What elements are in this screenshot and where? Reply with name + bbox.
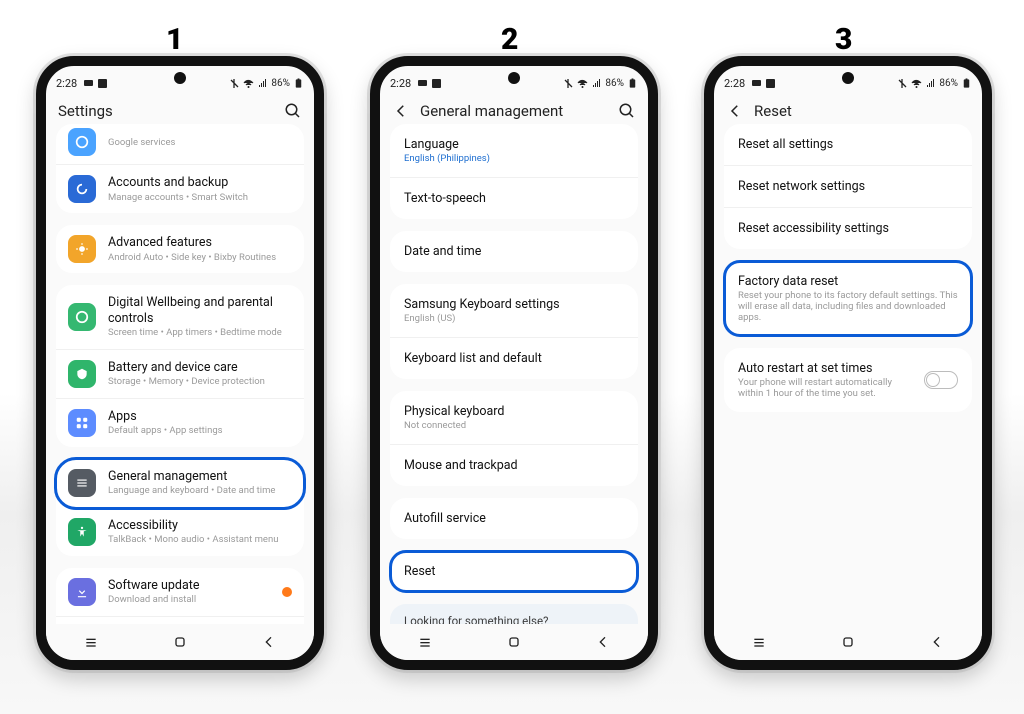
search-icon[interactable]	[618, 102, 636, 120]
recents-button[interactable]	[83, 634, 99, 650]
battery-icon	[627, 78, 638, 89]
setting-keyboard[interactable]: Samsung Keyboard settings English (US)	[390, 284, 638, 338]
signal-icon	[925, 78, 936, 89]
mute-icon	[897, 78, 908, 89]
nav-bar	[46, 624, 314, 660]
toggle-auto-restart[interactable]	[924, 371, 958, 389]
management-icon	[68, 469, 96, 497]
device-care-icon	[68, 360, 96, 388]
sidebar-item-tips[interactable]: Tips and user manual Useful tips • New f…	[56, 617, 304, 624]
wifi-icon	[577, 78, 588, 89]
sidebar-item-wellbeing[interactable]: Digital Wellbeing and parental controls …	[56, 285, 304, 350]
sidebar-item-accounts[interactable]: Accounts and backup Manage accounts • Sm…	[56, 165, 304, 213]
wifi-icon	[911, 78, 922, 89]
list-item[interactable]: Advanced features Android Auto • Side ke…	[56, 225, 304, 273]
step-label-1: 1	[166, 22, 183, 57]
setting-autofill[interactable]: Autofill service	[390, 498, 638, 539]
sidebar-item-advanced[interactable]: Advanced features Android Auto • Side ke…	[56, 225, 304, 273]
setting-mouse[interactable]: Mouse and trackpad	[390, 445, 638, 486]
setting-reset[interactable]: Reset	[390, 551, 638, 592]
sidebar-item-accessibility[interactable]: Accessibility TalkBack • Mono audio • As…	[56, 508, 304, 556]
signal-icon	[591, 78, 602, 89]
mute-icon	[563, 78, 574, 89]
apps-icon	[68, 409, 96, 437]
settings-list[interactable]: Google services Accounts and backup Mana…	[46, 122, 314, 624]
general-mgmt-list[interactable]: Language English (Philippines) Text-to-s…	[380, 122, 648, 624]
download-icon	[68, 578, 96, 606]
home-button[interactable]	[506, 634, 522, 650]
setting-factory-reset[interactable]: Factory data reset Reset your phone to i…	[724, 261, 972, 336]
recents-button[interactable]	[751, 634, 767, 650]
setting-reset-all[interactable]: Reset all settings	[724, 124, 972, 166]
setting-physical-kb[interactable]: Physical keyboard Not connected	[390, 391, 638, 445]
google-sub: Google services	[108, 137, 292, 148]
search-icon[interactable]	[284, 102, 302, 120]
chat-icon	[751, 78, 762, 89]
chat-icon	[417, 78, 428, 89]
home-button[interactable]	[840, 634, 856, 650]
front-camera	[174, 72, 186, 84]
step-label-3: 3	[835, 22, 852, 57]
setting-kb-list[interactable]: Keyboard list and default	[390, 338, 638, 379]
mute-icon	[229, 78, 240, 89]
front-camera	[508, 72, 520, 84]
signal-icon	[257, 78, 268, 89]
sidebar-item-apps[interactable]: Apps Default apps • App settings	[56, 399, 304, 447]
wellbeing-icon	[68, 303, 96, 331]
recents-button[interactable]	[417, 634, 433, 650]
list-item[interactable]: Google services Accounts and backup Mana…	[56, 124, 304, 213]
page-title: Reset	[754, 102, 970, 120]
setting-reset-a11y[interactable]: Reset accessibility settings	[724, 208, 972, 249]
sidebar-item-general-management[interactable]: General management Language and keyboard…	[56, 459, 304, 508]
step-label-2: 2	[501, 22, 518, 57]
accessibility-icon	[68, 518, 96, 546]
related-links: Looking for something else? Navigation b…	[390, 604, 638, 624]
battery-icon	[293, 78, 304, 89]
back-icon[interactable]	[726, 102, 744, 120]
back-button[interactable]	[261, 634, 277, 650]
image-icon	[97, 78, 108, 89]
back-button[interactable]	[595, 634, 611, 650]
sidebar-item-battery[interactable]: Battery and device care Storage • Memory…	[56, 350, 304, 399]
front-camera	[842, 72, 854, 84]
image-icon	[431, 78, 442, 89]
reset-list[interactable]: Reset all settings Reset network setting…	[714, 122, 982, 624]
setting-date-time[interactable]: Date and time	[390, 231, 638, 272]
page-title: Settings	[58, 102, 274, 120]
google-icon	[68, 128, 96, 156]
battery-pct: 86%	[271, 78, 290, 89]
home-button[interactable]	[172, 634, 188, 650]
clock: 2:28	[56, 77, 77, 90]
setting-auto-restart[interactable]: Auto restart at set times Your phone wil…	[724, 348, 972, 412]
image-icon	[765, 78, 776, 89]
setting-tts[interactable]: Text-to-speech	[390, 178, 638, 219]
update-badge-icon	[282, 587, 292, 597]
setting-language[interactable]: Language English (Philippines)	[390, 124, 638, 178]
back-icon[interactable]	[392, 102, 410, 120]
setting-reset-network[interactable]: Reset network settings	[724, 166, 972, 208]
phone-1: 2:28 86% Settings Google services	[36, 56, 324, 670]
page-title: General management	[420, 102, 608, 120]
labs-icon	[68, 235, 96, 263]
wifi-icon	[243, 78, 254, 89]
chat-icon	[83, 78, 94, 89]
cloud-sync-icon	[68, 175, 96, 203]
battery-icon	[961, 78, 972, 89]
phone-3: 2:28 86% Reset Reset all settings Reset …	[704, 56, 992, 670]
sidebar-item-update[interactable]: Software update Download and install	[56, 568, 304, 617]
phone-2: 2:28 86% General management Language Eng…	[370, 56, 658, 670]
back-button[interactable]	[929, 634, 945, 650]
